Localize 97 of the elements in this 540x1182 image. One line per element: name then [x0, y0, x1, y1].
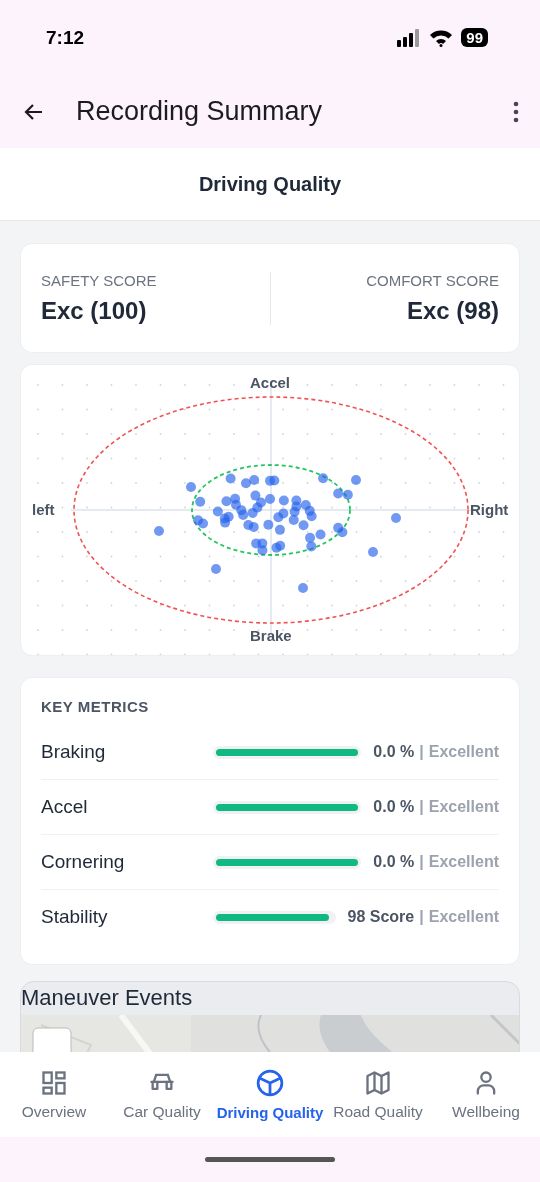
- data-point: [257, 538, 268, 549]
- data-point: [247, 507, 258, 518]
- metric-value: 98 Score: [347, 908, 415, 926]
- data-point: [250, 490, 261, 501]
- map-icon: [364, 1068, 392, 1097]
- metric-name: Cornering: [41, 851, 126, 873]
- data-point: [252, 502, 263, 513]
- data-point: [291, 501, 302, 512]
- maneuver-title: Maneuver Events: [21, 984, 194, 1012]
- metric-name: Stability: [41, 906, 109, 928]
- data-point: [263, 519, 274, 530]
- axis-label: left: [32, 501, 55, 518]
- nav-tab[interactable]: Wellbeing: [432, 1052, 540, 1137]
- data-point: [186, 482, 196, 492]
- data-point: [236, 505, 247, 516]
- more-menu-icon[interactable]: [512, 100, 520, 123]
- data-point: [271, 542, 282, 553]
- data-point: [238, 509, 249, 520]
- data-point: [249, 474, 260, 485]
- data-point: [273, 512, 284, 523]
- data-point: [275, 540, 286, 551]
- data-point: [304, 505, 315, 516]
- data-point: [342, 489, 353, 500]
- score-label: COMFORT SCORE: [366, 271, 499, 289]
- nav-tab[interactable]: Car Quality: [108, 1052, 216, 1137]
- data-point: [291, 495, 302, 506]
- section-title: Driving Quality: [198, 172, 342, 196]
- data-point: [300, 500, 311, 511]
- data-point: [243, 520, 254, 531]
- metric-rating: Excellent: [428, 853, 499, 871]
- metric-value: 0.0 %: [373, 853, 415, 871]
- data-point: [368, 547, 378, 557]
- battery-level: 99: [461, 28, 488, 47]
- data-point: [195, 496, 206, 507]
- steering-wheel-icon: [255, 1068, 285, 1098]
- data-point: [193, 515, 204, 526]
- score-value: Exc (98): [406, 296, 499, 325]
- nav-tab[interactable]: Road Quality: [324, 1052, 432, 1137]
- metric-name: Braking: [41, 741, 107, 763]
- data-point: [230, 493, 241, 504]
- separator: |: [419, 743, 424, 761]
- metrics-title: KEY METRICS: [41, 698, 150, 715]
- score-label: SAFETY SCORE: [41, 271, 158, 289]
- axis-label: Brake: [250, 627, 292, 644]
- data-point: [257, 545, 268, 556]
- data-point: [223, 511, 234, 522]
- metric-rating: Excellent: [428, 798, 499, 816]
- data-point: [198, 518, 208, 529]
- data-point: [212, 506, 223, 517]
- separator: |: [419, 853, 424, 871]
- nav-tab[interactable]: Overview: [0, 1052, 108, 1137]
- data-point: [211, 564, 221, 574]
- metric-rating: Excellent: [428, 743, 499, 761]
- data-point: [248, 522, 259, 533]
- axis-label: Right: [470, 501, 509, 518]
- data-point: [269, 475, 280, 486]
- grid-icon: [40, 1068, 68, 1097]
- data-point: [265, 475, 276, 486]
- data-point: [306, 511, 317, 522]
- app-bar-title: Recording Summary: [76, 96, 324, 127]
- separator: |: [419, 908, 424, 926]
- data-point: [278, 495, 289, 506]
- signal-icon: [397, 28, 422, 47]
- metric-value: 0.0 %: [373, 798, 415, 816]
- data-point: [255, 497, 266, 508]
- data-point: [289, 506, 300, 517]
- data-point: [306, 541, 317, 552]
- wifi-icon: [429, 28, 454, 47]
- data-point: [221, 496, 232, 507]
- data-point: [298, 583, 308, 593]
- data-point: [318, 473, 329, 484]
- score-value: Exc (100): [41, 296, 148, 325]
- metric-rating: Excellent: [428, 908, 499, 926]
- data-point: [305, 532, 316, 543]
- data-point: [220, 517, 231, 528]
- axis-label: Accel: [250, 374, 291, 391]
- metric-value: 0.0 %: [373, 743, 415, 761]
- data-point: [337, 527, 348, 538]
- data-point: [241, 478, 251, 489]
- data-point: [351, 475, 361, 485]
- data-point: [251, 538, 262, 549]
- data-point: [333, 522, 344, 533]
- data-point: [230, 499, 241, 510]
- separator: |: [419, 798, 424, 816]
- data-point: [298, 520, 309, 531]
- data-point: [225, 473, 236, 484]
- metric-name: Accel: [41, 796, 89, 818]
- data-point: [274, 524, 285, 535]
- data-point: [265, 494, 275, 504]
- data-point: [333, 488, 344, 499]
- data-point: [315, 529, 326, 540]
- status-time: 7:12: [46, 26, 85, 49]
- nav-tab[interactable]: Driving Quality: [216, 1052, 324, 1137]
- data-point: [278, 508, 289, 519]
- data-point: [391, 513, 401, 523]
- data-point: [288, 514, 299, 525]
- data-point: [154, 526, 164, 536]
